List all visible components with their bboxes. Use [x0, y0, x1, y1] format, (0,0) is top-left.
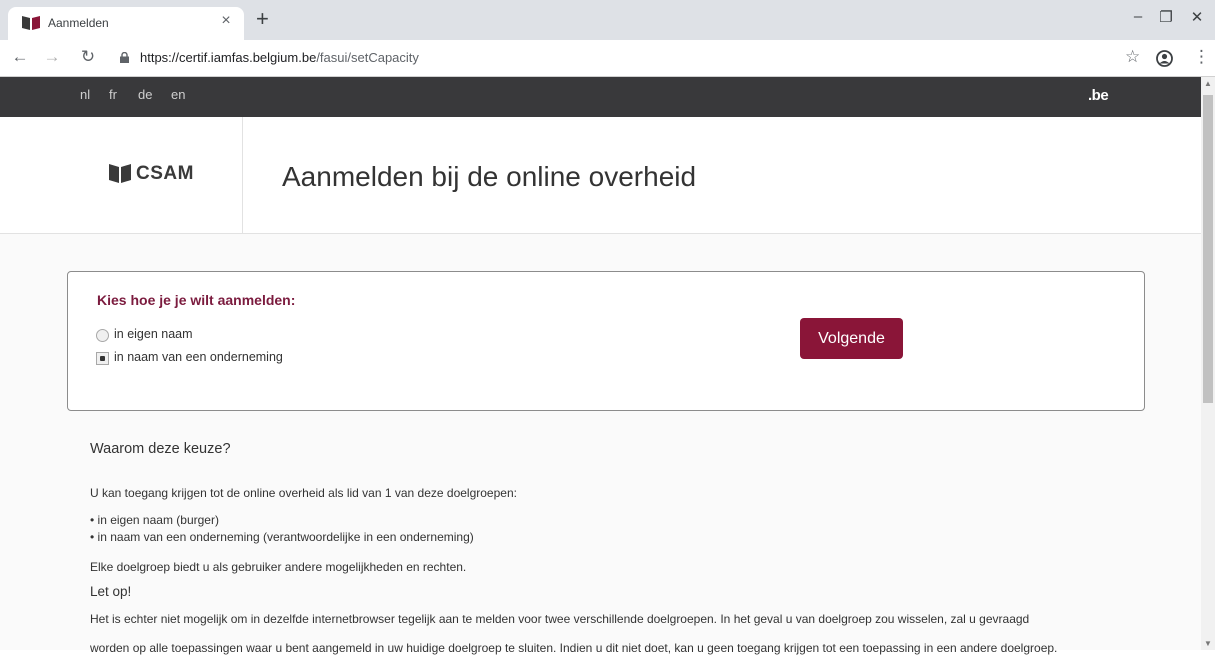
url-host: https://certif.iamfas.belgium.be [140, 50, 317, 65]
lang-fr-link[interactable]: fr [109, 87, 117, 102]
radio-eigen-naam[interactable] [96, 329, 109, 342]
capacity-form: Kies hoe je je wilt aanmelden: in eigen … [67, 271, 1145, 411]
tab-title: Aanmelden [48, 16, 109, 30]
lang-en-link[interactable]: en [171, 87, 185, 102]
scroll-up-icon[interactable]: ▲ [1204, 79, 1212, 88]
csam-logo-icon [109, 164, 131, 183]
csam-brand-text: CSAM [136, 163, 194, 184]
page-title: Aanmelden bij de online overheid [282, 161, 697, 192]
restore-icon[interactable]: ❐ [1153, 8, 1179, 26]
radio-onderneming[interactable] [96, 352, 109, 365]
lang-nl-link[interactable]: nl [80, 87, 90, 102]
why-heading: Waarom deze keuze? [90, 441, 231, 457]
rights-text: Elke doelgroep biedt u als gebruiker and… [90, 560, 467, 574]
url-field[interactable]: https://certif.iamfas.belgium.be/fasui/s… [140, 50, 419, 65]
belgium-be-logo[interactable]: .be [1088, 87, 1109, 104]
address-bar: ← → ↻ https://certif.iamfas.belgium.be/f… [0, 40, 1215, 77]
new-tab-button[interactable]: + [256, 6, 269, 32]
close-window-icon[interactable]: ✕ [1184, 8, 1210, 26]
profile-icon[interactable] [1156, 50, 1173, 67]
capacity-heading: Kies hoe je je wilt aanmelden: [97, 292, 296, 308]
warning-text-line1: Het is echter niet mogelijk om in dezelf… [90, 612, 1030, 626]
page-scrollbar[interactable]: ▲ ▼ [1201, 77, 1215, 650]
lock-icon [120, 52, 129, 63]
option-label: in naam van een onderneming [114, 350, 283, 364]
forward-icon[interactable]: → [42, 47, 62, 67]
page-header: CSAM Aanmelden bij de online overheid [0, 117, 1201, 234]
warning-heading: Let op! [90, 584, 132, 599]
csam-favicon-icon [22, 16, 40, 30]
back-icon[interactable]: ← [10, 47, 30, 67]
list-item: in eigen naam (burger) [90, 512, 474, 529]
scroll-thumb[interactable] [1203, 95, 1213, 403]
scroll-down-icon[interactable]: ▼ [1204, 639, 1212, 648]
bookmark-star-icon[interactable]: ☆ [1125, 47, 1140, 67]
menu-dots-icon[interactable]: ⋮ [1193, 47, 1210, 67]
browser-tab[interactable]: Aanmelden × [8, 7, 244, 40]
tab-close-icon[interactable]: × [218, 12, 234, 32]
csam-logo[interactable]: CSAM [0, 117, 243, 233]
reload-icon[interactable]: ↻ [78, 47, 98, 67]
language-bar: nl fr de en .be [0, 77, 1201, 117]
next-button[interactable]: Volgende [800, 318, 903, 359]
option-label: in eigen naam [114, 327, 193, 341]
lang-de-link[interactable]: de [138, 87, 152, 102]
groups-list: in eigen naam (burger) in naam van een o… [90, 512, 474, 546]
intro-text: U kan toegang krijgen tot de online over… [90, 486, 517, 500]
warning-text-line2: worden op alle toepassingen waar u bent … [90, 641, 1058, 655]
list-item: in naam van een onderneming (verantwoord… [90, 529, 474, 546]
url-path: /fasui/setCapacity [316, 50, 419, 65]
minimize-icon[interactable]: – [1125, 8, 1151, 25]
browser-tab-strip: Aanmelden × + – ❐ ✕ [0, 0, 1215, 40]
